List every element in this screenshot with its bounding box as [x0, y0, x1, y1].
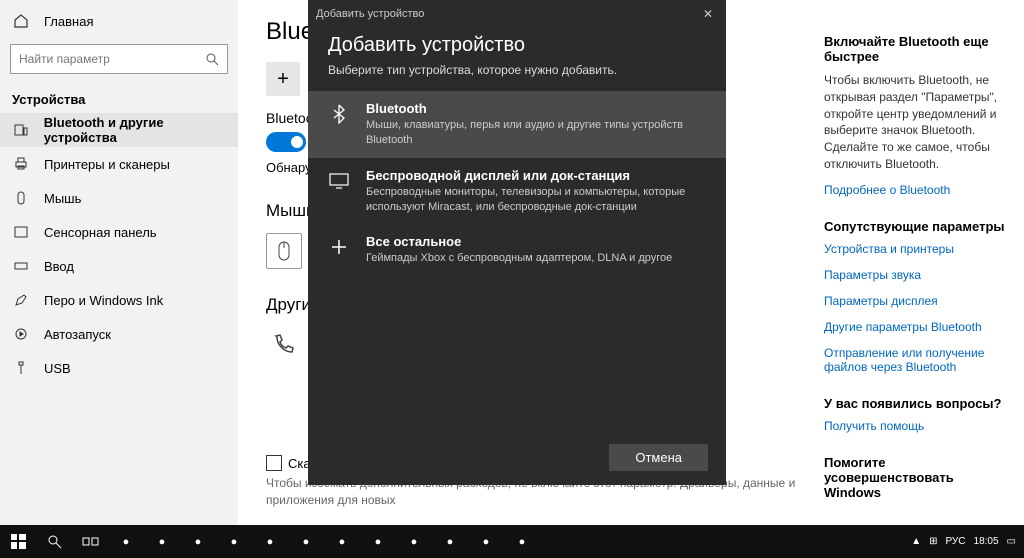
sidebar-item-pen[interactable]: Перо и Windows Ink	[0, 283, 238, 317]
task-view-icon[interactable]	[72, 525, 108, 558]
right-panel: Включайте Bluetooth еще быстрее Чтобы вк…	[824, 0, 1024, 525]
dialog-option-wireless[interactable]: Беспроводной дисплей или док-станция Бес…	[308, 158, 726, 225]
display-icon	[328, 170, 350, 192]
mouse-device-icon	[266, 233, 302, 269]
keyboard-icon	[12, 257, 30, 275]
settings-sidebar: Главная Устройства Bluetooth и другие ус…	[0, 0, 238, 525]
sidebar-home[interactable]: Главная	[0, 4, 238, 38]
sidebar-item-label: USB	[44, 361, 71, 376]
taskbar-app[interactable]: ●	[360, 525, 396, 558]
bluetooth-toggle[interactable]	[266, 132, 306, 152]
sidebar-home-label: Главная	[44, 14, 93, 29]
plus-icon: +	[266, 62, 300, 96]
dialog-title: Добавить устройство	[316, 8, 424, 20]
devices-icon	[12, 121, 30, 139]
printer-icon	[12, 155, 30, 173]
sidebar-item-label: Сенсорная панель	[44, 225, 157, 240]
sidebar-heading: Устройства	[0, 82, 238, 113]
phone-device-icon	[266, 327, 302, 363]
add-device-dialog: Добавить устройство ✕ Добавить устройств…	[308, 0, 726, 485]
rp-help-link[interactable]: Получить помощь	[824, 419, 1006, 433]
option-title: Bluetooth	[366, 101, 706, 116]
taskbar-app[interactable]: ●	[252, 525, 288, 558]
dialog-subtitle: Выберите тип устройства, которое нужно д…	[308, 59, 726, 91]
taskbar-app[interactable]: ●	[396, 525, 432, 558]
option-title: Беспроводной дисплей или док-станция	[366, 168, 706, 183]
sidebar-item-label: Перо и Windows Ink	[44, 293, 163, 308]
dialog-titlebar: Добавить устройство ✕	[308, 0, 726, 28]
mouse-icon	[12, 189, 30, 207]
sidebar-item-label: Ввод	[44, 259, 74, 274]
taskbar-app[interactable]: ●	[144, 525, 180, 558]
option-desc: Беспроводные мониторы, телевизоры и комп…	[366, 185, 706, 215]
cancel-button[interactable]: Отмена	[609, 444, 708, 471]
tray-time[interactable]: 18:05	[974, 536, 999, 547]
sidebar-item-typing[interactable]: Ввод	[0, 249, 238, 283]
taskbar-app[interactable]: ●	[216, 525, 252, 558]
sidebar-item-touchpad[interactable]: Сенсорная панель	[0, 215, 238, 249]
touchpad-icon	[12, 223, 30, 241]
system-tray[interactable]: ▲ ⊞ РУС 18:05 ▭	[911, 536, 1024, 547]
start-button[interactable]	[0, 525, 36, 558]
plus-icon	[328, 236, 350, 258]
sidebar-item-mouse[interactable]: Мышь	[0, 181, 238, 215]
tray-lang[interactable]: РУС	[945, 536, 965, 547]
dialog-option-bluetooth[interactable]: Bluetooth Мыши, клавиатуры, перья или ау…	[308, 91, 726, 158]
search-icon	[205, 52, 219, 66]
search-input[interactable]	[19, 52, 205, 66]
rp-link[interactable]: Параметры дисплея	[824, 294, 1006, 308]
tray-icon[interactable]: ⊞	[929, 536, 937, 547]
pen-icon	[12, 291, 30, 309]
sidebar-item-printers[interactable]: Принтеры и сканеры	[0, 147, 238, 181]
option-title: Все остальное	[366, 234, 672, 249]
tray-icon[interactable]: ▲	[911, 536, 921, 547]
rp-link[interactable]: Устройства и принтеры	[824, 242, 1006, 256]
rp-link[interactable]: Другие параметры Bluetooth	[824, 320, 1006, 334]
taskbar-app[interactable]: ●	[108, 525, 144, 558]
rp-link[interactable]: Параметры звука	[824, 268, 1006, 282]
checkbox-icon[interactable]	[266, 455, 282, 471]
sidebar-item-autoplay[interactable]: Автозапуск	[0, 317, 238, 351]
taskbar-app[interactable]: ●	[288, 525, 324, 558]
sidebar-item-label: Bluetooth и другие устройства	[44, 115, 238, 145]
dialog-option-other[interactable]: Все остальное Геймпады Xbox с беспроводн…	[308, 224, 726, 276]
sidebar-search[interactable]	[10, 44, 228, 74]
taskbar-app[interactable]: ●	[468, 525, 504, 558]
sidebar-item-label: Мышь	[44, 191, 81, 206]
notifications-icon[interactable]: ▭	[1007, 536, 1016, 547]
autoplay-icon	[12, 325, 30, 343]
usb-icon	[12, 359, 30, 377]
option-desc: Геймпады Xbox с беспроводным адаптером, …	[366, 251, 672, 266]
taskbar-app[interactable]: ●	[324, 525, 360, 558]
taskbar-app[interactable]: ●	[180, 525, 216, 558]
rp-related-title: Сопутствующие параметры	[824, 219, 1006, 234]
sidebar-item-label: Принтеры и сканеры	[44, 157, 170, 172]
dialog-heading: Добавить устройство	[308, 28, 726, 59]
taskbar[interactable]: ● ● ● ● ● ● ● ● ● ● ● ● ▲ ⊞ РУС 18:05 ▭	[0, 525, 1024, 558]
rp-q-title: У вас появились вопросы?	[824, 396, 1006, 411]
option-desc: Мыши, клавиатуры, перья или аудио и друг…	[366, 118, 706, 148]
sidebar-item-label: Автозапуск	[44, 327, 111, 342]
taskbar-app[interactable]: ●	[504, 525, 540, 558]
search-taskbar-icon[interactable]	[36, 525, 72, 558]
rp-fast-title: Включайте Bluetooth еще быстрее	[824, 34, 1006, 64]
home-icon	[12, 12, 30, 30]
rp-improve-title: Помогите усовершенствовать Windows	[824, 455, 1006, 500]
rp-fast-body: Чтобы включить Bluetooth, не открывая ра…	[824, 72, 1006, 173]
close-icon[interactable]: ✕	[698, 7, 718, 21]
rp-fast-link[interactable]: Подробнее о Bluetooth	[824, 183, 1006, 197]
sidebar-item-bluetooth[interactable]: Bluetooth и другие устройства	[0, 113, 238, 147]
taskbar-app[interactable]: ●	[432, 525, 468, 558]
bluetooth-icon	[328, 103, 350, 125]
rp-link[interactable]: Отправление или получение файлов через B…	[824, 346, 1006, 374]
sidebar-item-usb[interactable]: USB	[0, 351, 238, 385]
